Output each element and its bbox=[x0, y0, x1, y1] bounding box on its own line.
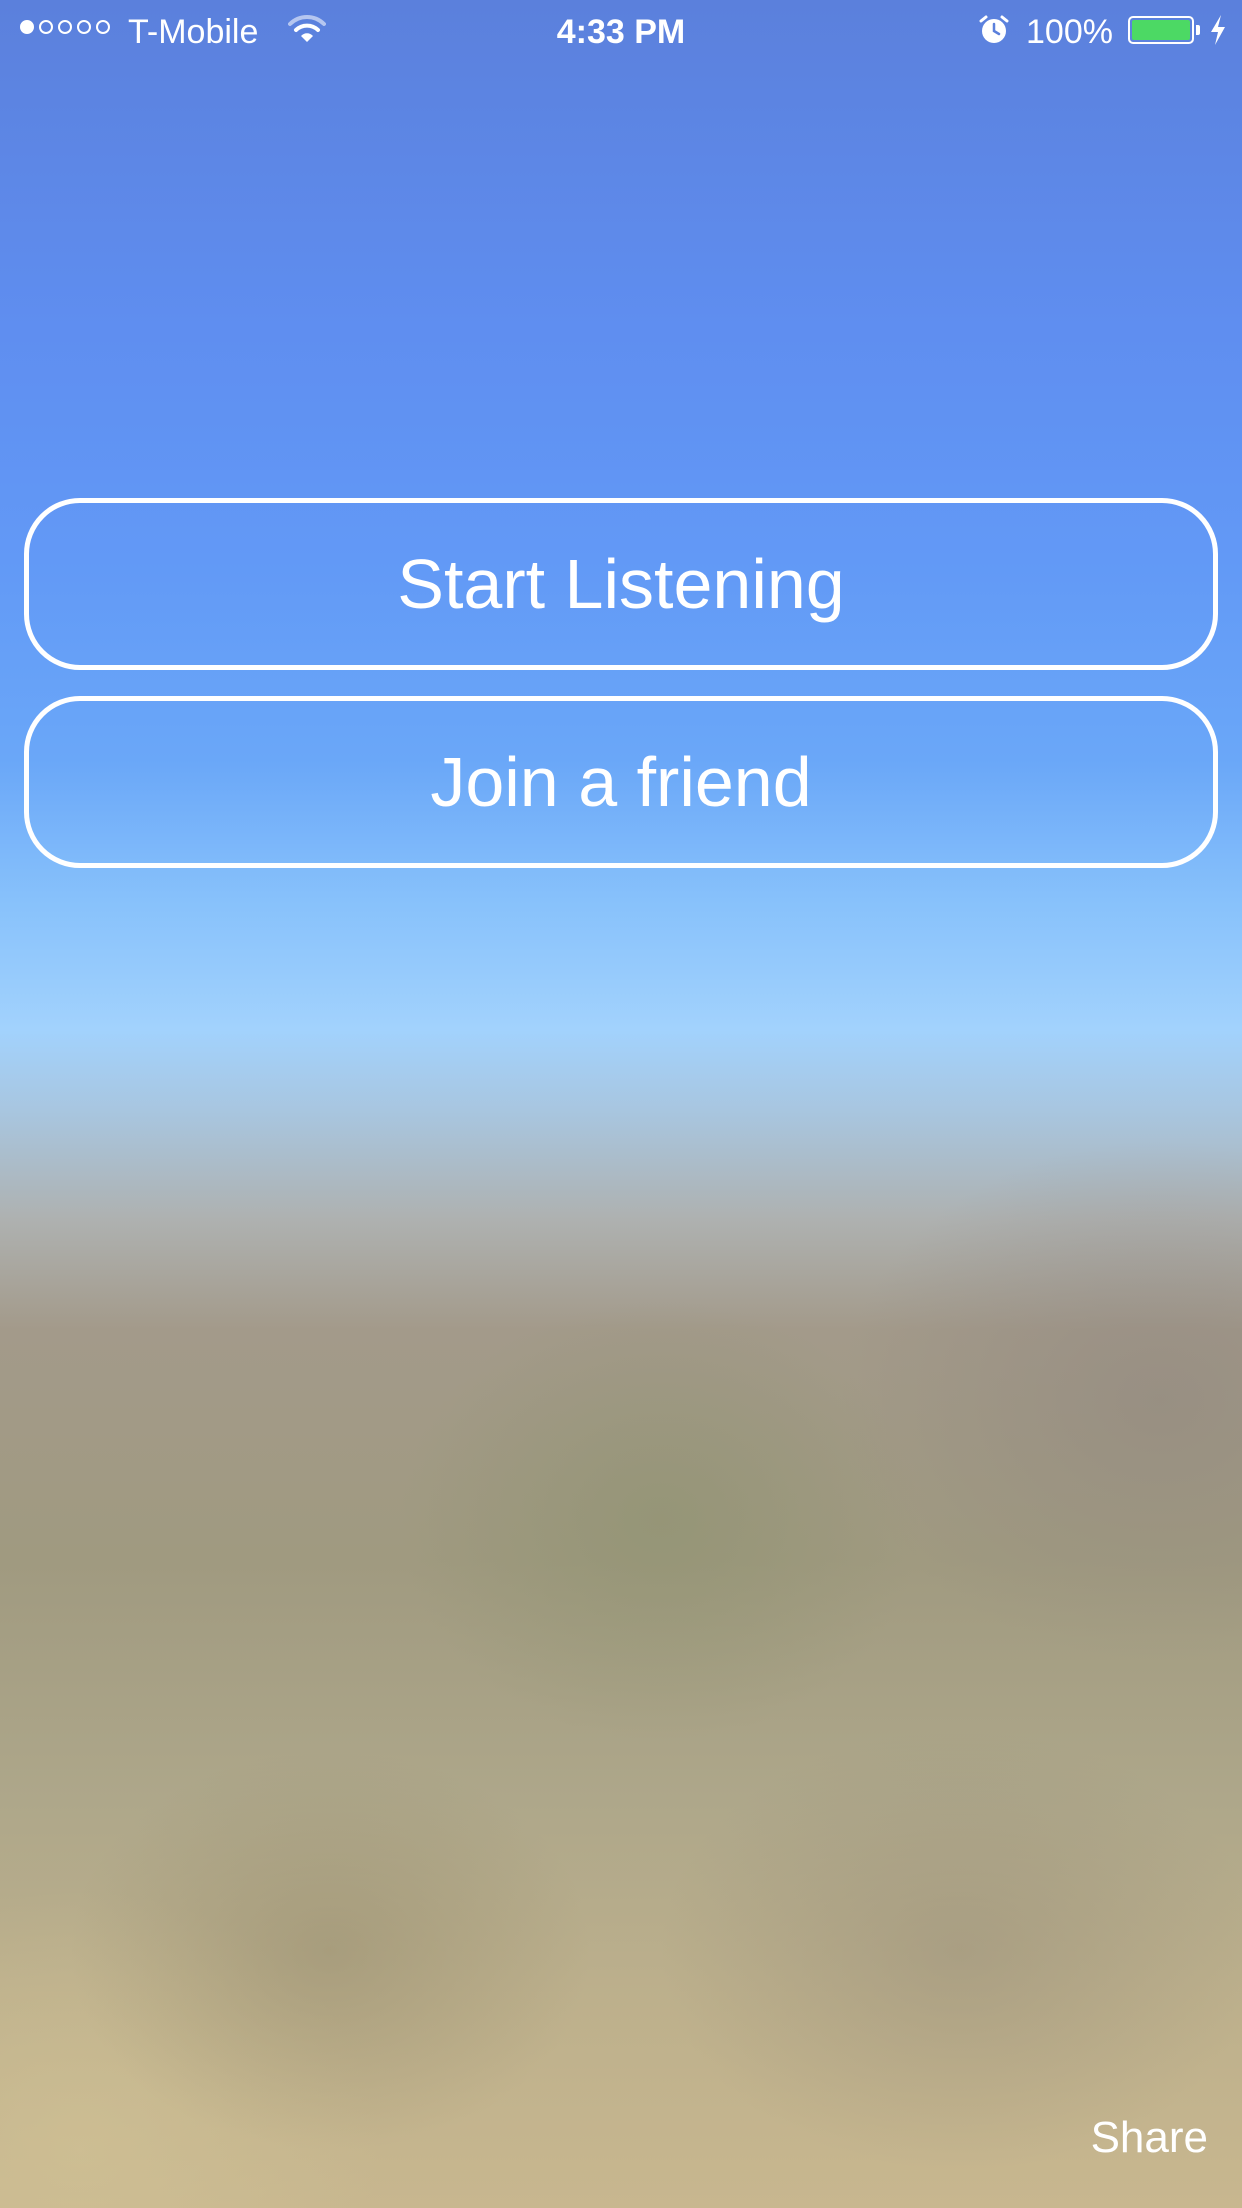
lightning-bolt-icon bbox=[1211, 15, 1225, 45]
join-a-friend-button[interactable]: Join a friend bbox=[24, 696, 1218, 868]
status-bar: T-Mobile 4:33 PM 100% bbox=[0, 0, 1242, 64]
alarm-clock-icon bbox=[979, 15, 1009, 43]
battery-percentage: 100% bbox=[1026, 13, 1113, 51]
blurred-background bbox=[0, 0, 1242, 2208]
share-button[interactable]: Share bbox=[1091, 2112, 1208, 2164]
battery-level-fill bbox=[1132, 20, 1190, 40]
start-listening-button[interactable]: Start Listening bbox=[24, 498, 1218, 670]
battery-tip bbox=[1196, 25, 1200, 35]
battery-icon bbox=[1128, 16, 1194, 44]
